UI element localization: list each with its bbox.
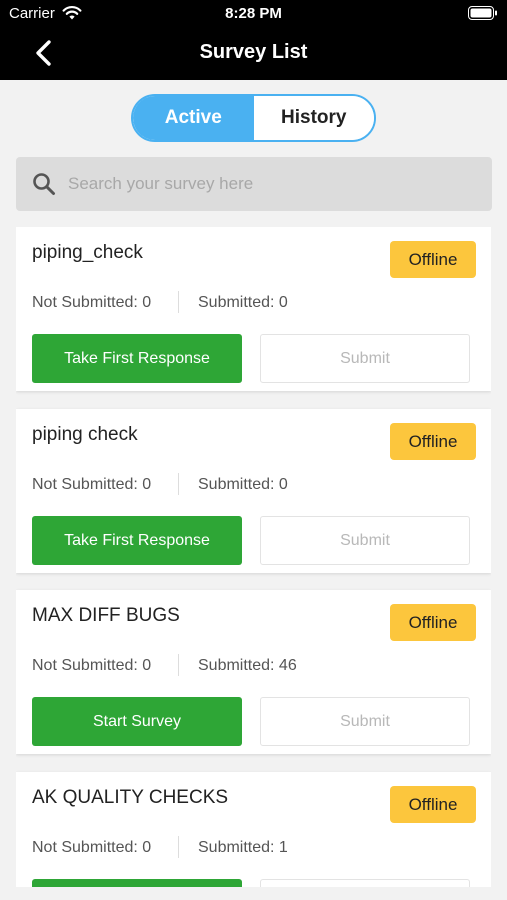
battery-icon <box>468 6 498 25</box>
status-badge: Offline <box>390 423 476 460</box>
submitted-count: Submitted: 0 <box>198 294 288 311</box>
not-submitted-count: Not Submitted: 0 <box>32 839 152 856</box>
submitted-count: Submitted: 0 <box>198 476 288 493</box>
not-submitted-count: Not Submitted: 0 <box>32 294 152 311</box>
status-badge: Offline <box>390 604 476 641</box>
stat-divider <box>178 291 179 313</box>
submit-button[interactable] <box>260 879 470 887</box>
nav-bar: Survey List <box>0 28 507 80</box>
take-first-response-button[interactable]: Take First Response <box>32 334 242 383</box>
submit-button[interactable]: Submit <box>260 516 470 565</box>
not-submitted-count: Not Submitted: 0 <box>32 476 152 493</box>
survey-name: piping_check <box>32 242 143 263</box>
survey-card: AK QUALITY CHECKS Offline Not Submitted:… <box>16 772 491 887</box>
survey-card: MAX DIFF BUGS Offline Not Submitted: 0 S… <box>16 590 491 754</box>
submitted-count: Submitted: 1 <box>198 839 288 856</box>
stat-divider <box>178 836 179 858</box>
survey-name: AK QUALITY CHECKS <box>32 787 229 808</box>
status-badge: Offline <box>390 786 476 823</box>
take-first-response-button[interactable]: Take First Response <box>32 516 242 565</box>
search-icon <box>32 172 56 201</box>
not-submitted-count: Not Submitted: 0 <box>32 657 152 674</box>
page-title: Survey List <box>199 41 308 63</box>
submit-button[interactable]: Submit <box>260 697 470 746</box>
survey-name: MAX DIFF BUGS <box>32 605 180 626</box>
tab-switcher: Active History <box>131 94 376 142</box>
start-survey-button[interactable]: Start Survey <box>32 697 242 746</box>
stat-divider <box>178 473 179 495</box>
clock: 8:28 PM <box>225 5 282 22</box>
submitted-count: Submitted: 46 <box>198 657 297 674</box>
survey-card: piping_check Offline Not Submitted: 0 Su… <box>16 227 491 391</box>
survey-name: piping check <box>32 424 138 445</box>
tab-history[interactable]: History <box>253 96 374 140</box>
primary-action-button[interactable] <box>32 879 242 887</box>
survey-card: piping check Offline Not Submitted: 0 Su… <box>16 409 491 573</box>
tab-active[interactable]: Active <box>133 96 254 140</box>
submit-button[interactable]: Submit <box>260 334 470 383</box>
search-bar <box>16 157 492 211</box>
status-bar: Carrier 8:28 PM <box>0 0 507 28</box>
search-input[interactable] <box>68 165 478 203</box>
survey-list: piping_check Offline Not Submitted: 0 Su… <box>16 227 491 887</box>
stat-divider <box>178 654 179 676</box>
status-badge: Offline <box>390 241 476 278</box>
